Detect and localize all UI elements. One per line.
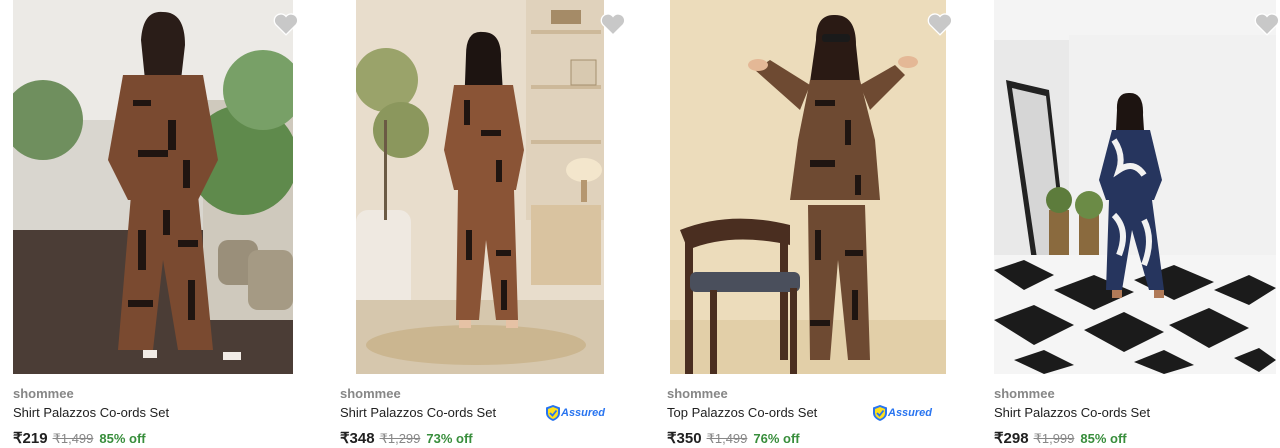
- product-brand: shommee: [13, 386, 74, 401]
- product-price: ₹298: [994, 430, 1029, 447]
- product-discount: 76% off: [753, 431, 800, 446]
- price-row: ₹298 ₹1,999 85% off: [994, 429, 1127, 447]
- price-row: ₹350 ₹1,499 76% off: [667, 429, 800, 447]
- product-discount: 73% off: [426, 431, 473, 446]
- price-row: ₹219 ₹1,499 85% off: [13, 429, 146, 447]
- wishlist-heart-icon[interactable]: [1254, 12, 1280, 36]
- assured-badge[interactable]: Assured: [873, 404, 932, 422]
- product-title[interactable]: Top Palazzos Co-ords Set: [667, 405, 817, 420]
- product-title[interactable]: Shirt Palazzos Co-ords Set: [13, 405, 169, 420]
- product-price: ₹219: [13, 430, 48, 447]
- wishlist-heart-icon[interactable]: [273, 12, 299, 36]
- product-title[interactable]: Shirt Palazzos Co-ords Set: [340, 405, 496, 420]
- product-image[interactable]: [994, 0, 1276, 374]
- product-price: ₹348: [340, 430, 375, 447]
- product-card[interactable]: shommee Shirt Palazzos Co-ords Set ₹298 ₹…: [994, 0, 1280, 448]
- product-discount: 85% off: [99, 431, 146, 446]
- wishlist-heart-icon[interactable]: [600, 12, 626, 36]
- assured-shield-icon: [873, 405, 887, 421]
- product-image[interactable]: [13, 0, 293, 374]
- wishlist-heart-icon[interactable]: [927, 12, 953, 36]
- product-mrp: ₹1,499: [52, 431, 94, 446]
- product-mrp: ₹1,299: [379, 431, 421, 446]
- product-image[interactable]: [356, 0, 604, 374]
- product-card[interactable]: shommee Shirt Palazzos Co-ords Set Assur…: [340, 0, 640, 448]
- product-price: ₹350: [667, 430, 702, 447]
- product-card[interactable]: shommee Shirt Palazzos Co-ords Set ₹219 ₹…: [13, 0, 313, 448]
- product-mrp: ₹1,499: [706, 431, 748, 446]
- product-brand: shommee: [994, 386, 1055, 401]
- product-mrp: ₹1,999: [1033, 431, 1075, 446]
- assured-shield-icon: [546, 405, 560, 421]
- product-brand: shommee: [340, 386, 401, 401]
- product-grid: shommee Shirt Palazzos Co-ords Set ₹219 ₹…: [0, 0, 1280, 448]
- assured-label: Assured: [888, 407, 933, 419]
- product-brand: shommee: [667, 386, 728, 401]
- assured-label: Assured: [561, 407, 606, 419]
- product-title[interactable]: Shirt Palazzos Co-ords Set: [994, 405, 1150, 420]
- price-row: ₹348 ₹1,299 73% off: [340, 429, 473, 447]
- product-image[interactable]: [670, 0, 946, 374]
- product-card[interactable]: shommee Top Palazzos Co-ords Set Assured…: [667, 0, 967, 448]
- assured-badge[interactable]: Assured: [546, 404, 605, 422]
- product-discount: 85% off: [1080, 431, 1127, 446]
